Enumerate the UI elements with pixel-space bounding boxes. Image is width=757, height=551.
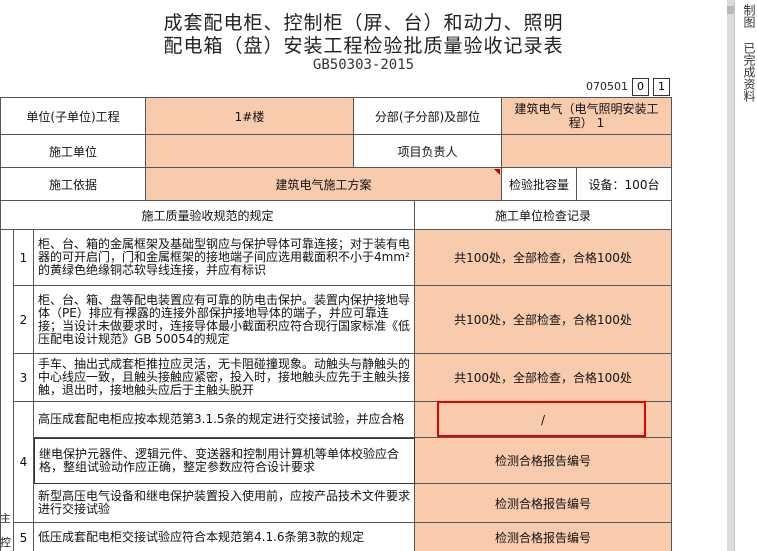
record-header: 施工单位检查记录 — [415, 201, 672, 230]
splitter-handle-icon[interactable] — [727, 6, 734, 14]
selection-highlight-box — [437, 401, 646, 437]
side-char-1: 主 — [0, 512, 11, 525]
panel-splitter[interactable] — [727, 0, 735, 551]
spec-text: 柜、台、箱、盘等配电装置应有可靠的防电击保护。装置内保护接地导体（PE）排应有裸… — [34, 286, 415, 354]
spec-text: 继电保护元器件、逻辑元件、变送器和控制用计算机等单体校验应合格，整组试验动作应正… — [34, 438, 415, 484]
row-number: 3 — [14, 354, 34, 402]
check-record[interactable]: 共100处，全部检查，合格100处 — [415, 354, 672, 402]
check-record[interactable]: 共100处，全部检查，合格100处 — [415, 286, 672, 354]
form-title-line2: 配电箱（盘）安装工程检验批质量验收记录表 — [163, 35, 564, 57]
document-number-box-1[interactable]: 0 — [632, 78, 649, 96]
spec-text: 高压成套配电柜应按本规范第3.1.5条的规定进行交接试验，并应合格 — [34, 402, 415, 438]
row-number: 1 — [14, 230, 34, 286]
unit-project-label: 单位(子单位)工程 — [0, 97, 146, 135]
document-number-box-2[interactable]: 1 — [653, 78, 670, 96]
spec-text: 新型高压电气设备和继电保护装置投入使用前，应按产品技术文件要求进行交接试验 — [34, 484, 415, 523]
row-number: 5 — [14, 523, 34, 551]
document-number: 070501 — [586, 80, 628, 93]
batch-capacity-label: 检验批容量 — [502, 168, 577, 201]
spec-header: 施工质量验收规范的规定 — [0, 201, 415, 230]
side-panel-text-1[interactable]: 制图 — [739, 4, 756, 28]
project-manager-label: 项目负责人 — [354, 135, 502, 168]
spec-text: 低压成套配电柜交接试验应符合本规范第4.1.6条第3款的规定 — [34, 523, 415, 551]
inspection-form-sheet: 成套配电柜、控制柜（屏、台）和动力、照明 配电箱（盘）安装工程检验批质量验收记录… — [0, 0, 727, 551]
standard-code: GB50303-2015 — [312, 57, 415, 73]
construction-basis-label: 施工依据 — [0, 168, 146, 201]
side-panel-text-2[interactable]: 已完成资料 — [739, 42, 756, 102]
batch-capacity-value[interactable]: 设备：100台 — [577, 168, 672, 201]
sub-project-label: 分部(子分部)及部位 — [354, 97, 502, 135]
spec-text: 手车、抽出式成套柜推拉应灵活，无卡阻碰撞现象。动触头与静触头的中心线应一致，且触… — [34, 354, 415, 402]
unit-project-value[interactable]: 1#楼 — [146, 97, 354, 135]
row-number: 2 — [14, 286, 34, 354]
project-manager-value[interactable] — [502, 135, 672, 168]
construction-basis-value[interactable]: 建筑电气施工方案 — [146, 168, 502, 201]
row-number: 4 — [14, 402, 34, 523]
check-record[interactable]: 共100处，全部检查，合格100处 — [415, 230, 672, 286]
contractor-label: 施工单位 — [0, 135, 146, 168]
sub-project-value[interactable]: 建筑电气（电气照明安装工程） 1 — [502, 97, 672, 135]
check-record[interactable]: 检测合格报告编号 — [415, 523, 672, 551]
spec-text: 柜、台、箱的金属框架及基础型钢应与保护导体可靠连接；对于装有电器的可开启门，门和… — [34, 230, 415, 286]
main-control-side-column — [0, 230, 14, 551]
side-char-2: 控 — [0, 536, 11, 549]
contractor-value[interactable] — [146, 135, 354, 168]
check-record[interactable]: 检测合格报告编号 — [415, 438, 672, 484]
check-record[interactable]: 检测合格报告编号 — [415, 484, 672, 523]
comment-marker-icon — [494, 169, 500, 175]
side-panel: 制图 已完成资料 — [727, 0, 757, 551]
